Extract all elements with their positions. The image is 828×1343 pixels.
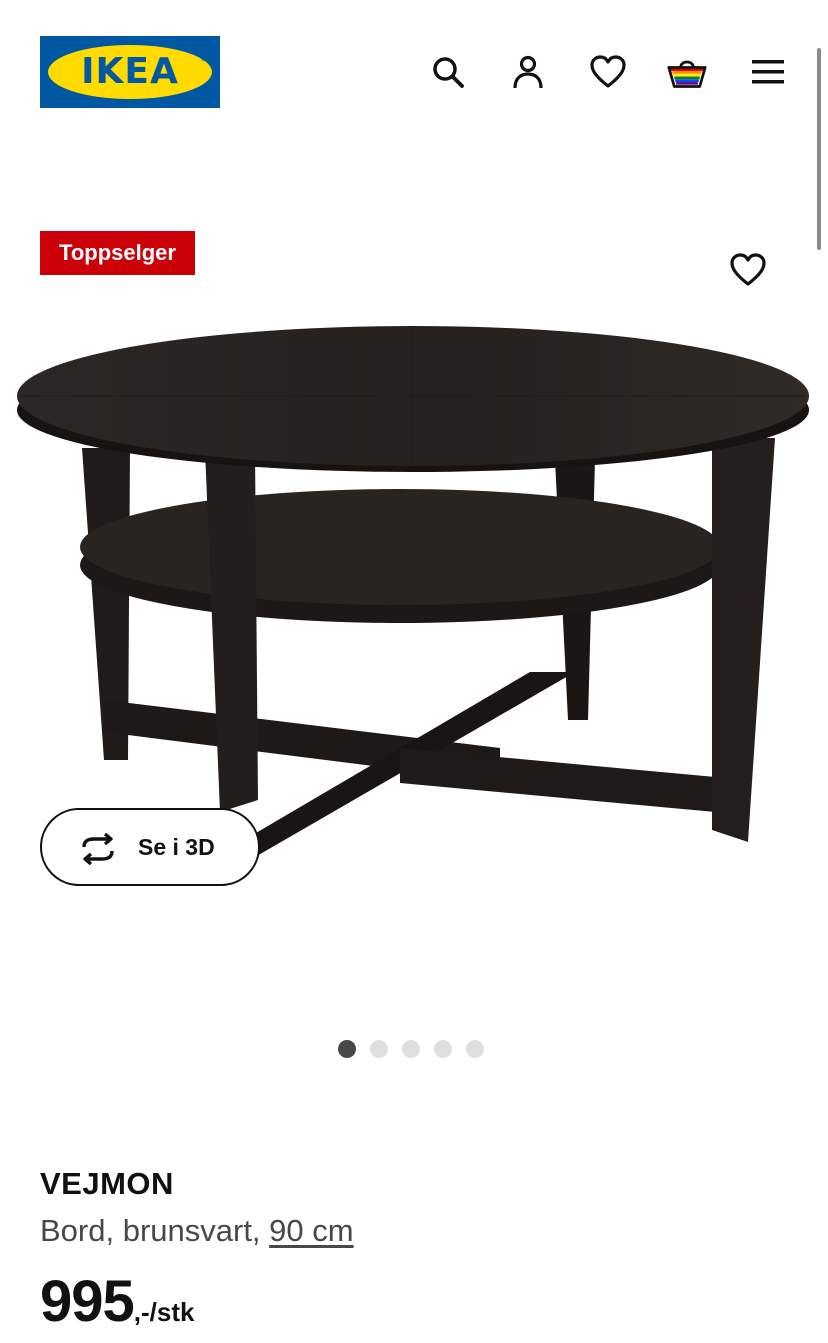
product-description: Bord, brunsvart, 90 cm xyxy=(40,1213,354,1249)
rotate-arrows-icon xyxy=(82,833,114,865)
carousel-dot-2[interactable] xyxy=(370,1040,388,1058)
favorite-heart-icon[interactable] xyxy=(726,248,770,292)
basket-icon[interactable] xyxy=(667,52,707,92)
product-size-link[interactable]: 90 cm xyxy=(269,1213,353,1248)
price-suffix: ,-/stk xyxy=(133,1297,195,1327)
scrollbar[interactable] xyxy=(817,48,821,250)
product-name: VEJMON xyxy=(40,1166,174,1201)
carousel-dot-3[interactable] xyxy=(402,1040,420,1058)
user-icon[interactable] xyxy=(508,52,548,92)
view-3d-button[interactable]: Se i 3D xyxy=(40,808,260,886)
carousel-dots xyxy=(338,1040,484,1058)
product-image[interactable] xyxy=(0,300,828,880)
search-icon[interactable] xyxy=(428,52,468,92)
product-price: 995,-/stk xyxy=(40,1268,194,1335)
carousel-dot-5[interactable] xyxy=(466,1040,484,1058)
ikea-logo[interactable]: IKEA ® xyxy=(40,36,220,108)
heart-icon[interactable] xyxy=(588,52,628,92)
menu-icon[interactable] xyxy=(748,52,788,92)
view-3d-label: Se i 3D xyxy=(138,834,215,860)
topseller-badge: Toppselger xyxy=(40,231,195,275)
price-integer: 995 xyxy=(40,1269,135,1334)
carousel-dot-4[interactable] xyxy=(434,1040,452,1058)
logo-registered-mark: ® xyxy=(200,54,208,63)
header: IKEA ® xyxy=(0,0,828,140)
product-description-text: Bord, brunsvart, xyxy=(40,1213,270,1248)
logo-text: IKEA xyxy=(81,51,179,92)
carousel-dot-1[interactable] xyxy=(338,1040,356,1058)
